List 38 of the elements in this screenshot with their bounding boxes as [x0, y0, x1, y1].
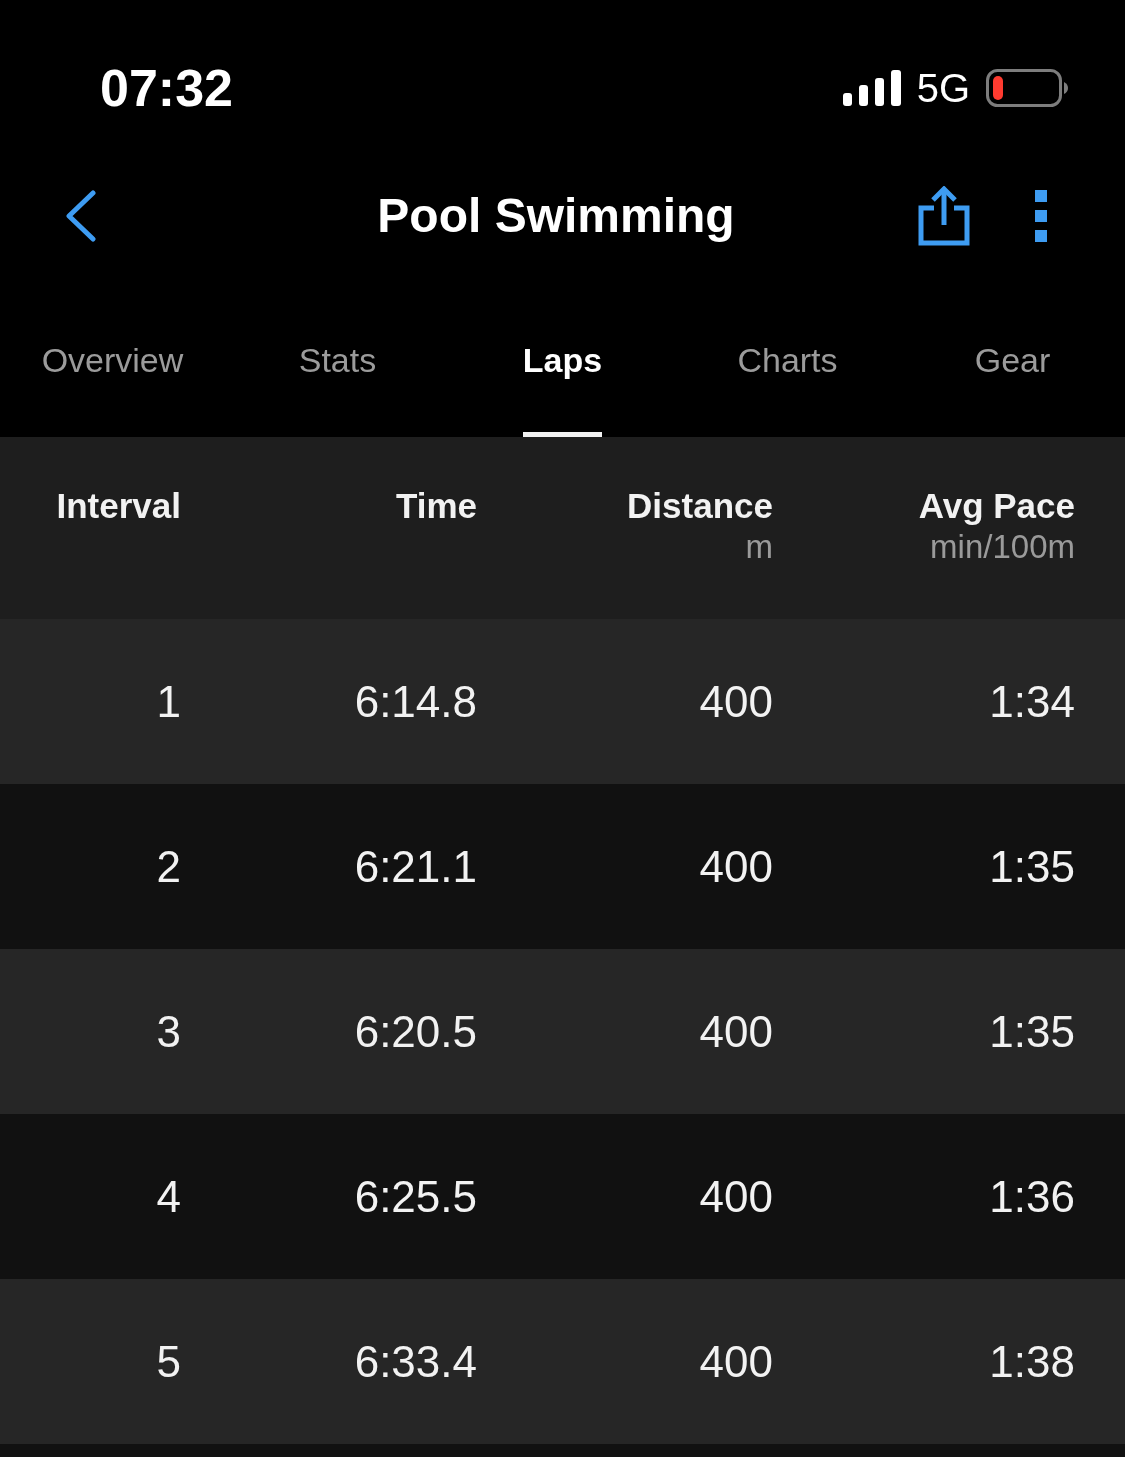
table-cell: 1:35	[989, 1005, 1075, 1058]
battery-icon	[986, 69, 1070, 107]
tab[interactable]: Charts	[737, 282, 838, 437]
table-cell: 6:21.1	[354, 840, 477, 893]
table-cell: 400	[699, 840, 773, 893]
column-unit: min/100m	[930, 527, 1075, 567]
tab[interactable]: Gear	[974, 282, 1051, 437]
signal-icon	[842, 70, 901, 106]
share-icon[interactable]	[918, 186, 970, 246]
column-header: Avg Pace	[918, 485, 1075, 527]
tab[interactable]: Stats	[298, 282, 377, 437]
nav-title: Pool Swimming	[377, 188, 735, 244]
table-cell: 400	[699, 1170, 773, 1223]
column-header: Interval	[56, 485, 181, 527]
table-cell: 3	[156, 1005, 181, 1058]
table-cell: 5	[156, 1335, 181, 1388]
table-cell: 6:20.5	[354, 1005, 477, 1058]
table-cell: 4	[156, 1170, 181, 1223]
table-cell: 2	[156, 840, 181, 893]
table-cell: 6:33.4	[354, 1335, 477, 1388]
column-header: Distance	[627, 485, 773, 527]
tab[interactable]: Overview	[41, 282, 184, 437]
table-cell: 400	[699, 1335, 773, 1388]
table-cell: 1:35	[989, 840, 1075, 893]
table-cell: 6:14.8	[354, 675, 477, 728]
table-cell: 1	[156, 675, 181, 728]
chevron-left-icon[interactable]	[65, 190, 97, 242]
table-cell: 1:34	[989, 675, 1075, 728]
column-header: Time	[395, 485, 477, 527]
table-cell: 400	[699, 675, 773, 728]
table-cell: 6:25.5	[354, 1170, 477, 1223]
table-cell: 1:36	[989, 1170, 1075, 1223]
column-unit: m	[745, 527, 773, 567]
status-time: 07:32	[100, 58, 233, 118]
table-cell: 400	[699, 1005, 773, 1058]
more-icon[interactable]	[1035, 190, 1047, 242]
table-cell: 1:38	[989, 1335, 1075, 1388]
network-label: 5G	[916, 65, 970, 111]
